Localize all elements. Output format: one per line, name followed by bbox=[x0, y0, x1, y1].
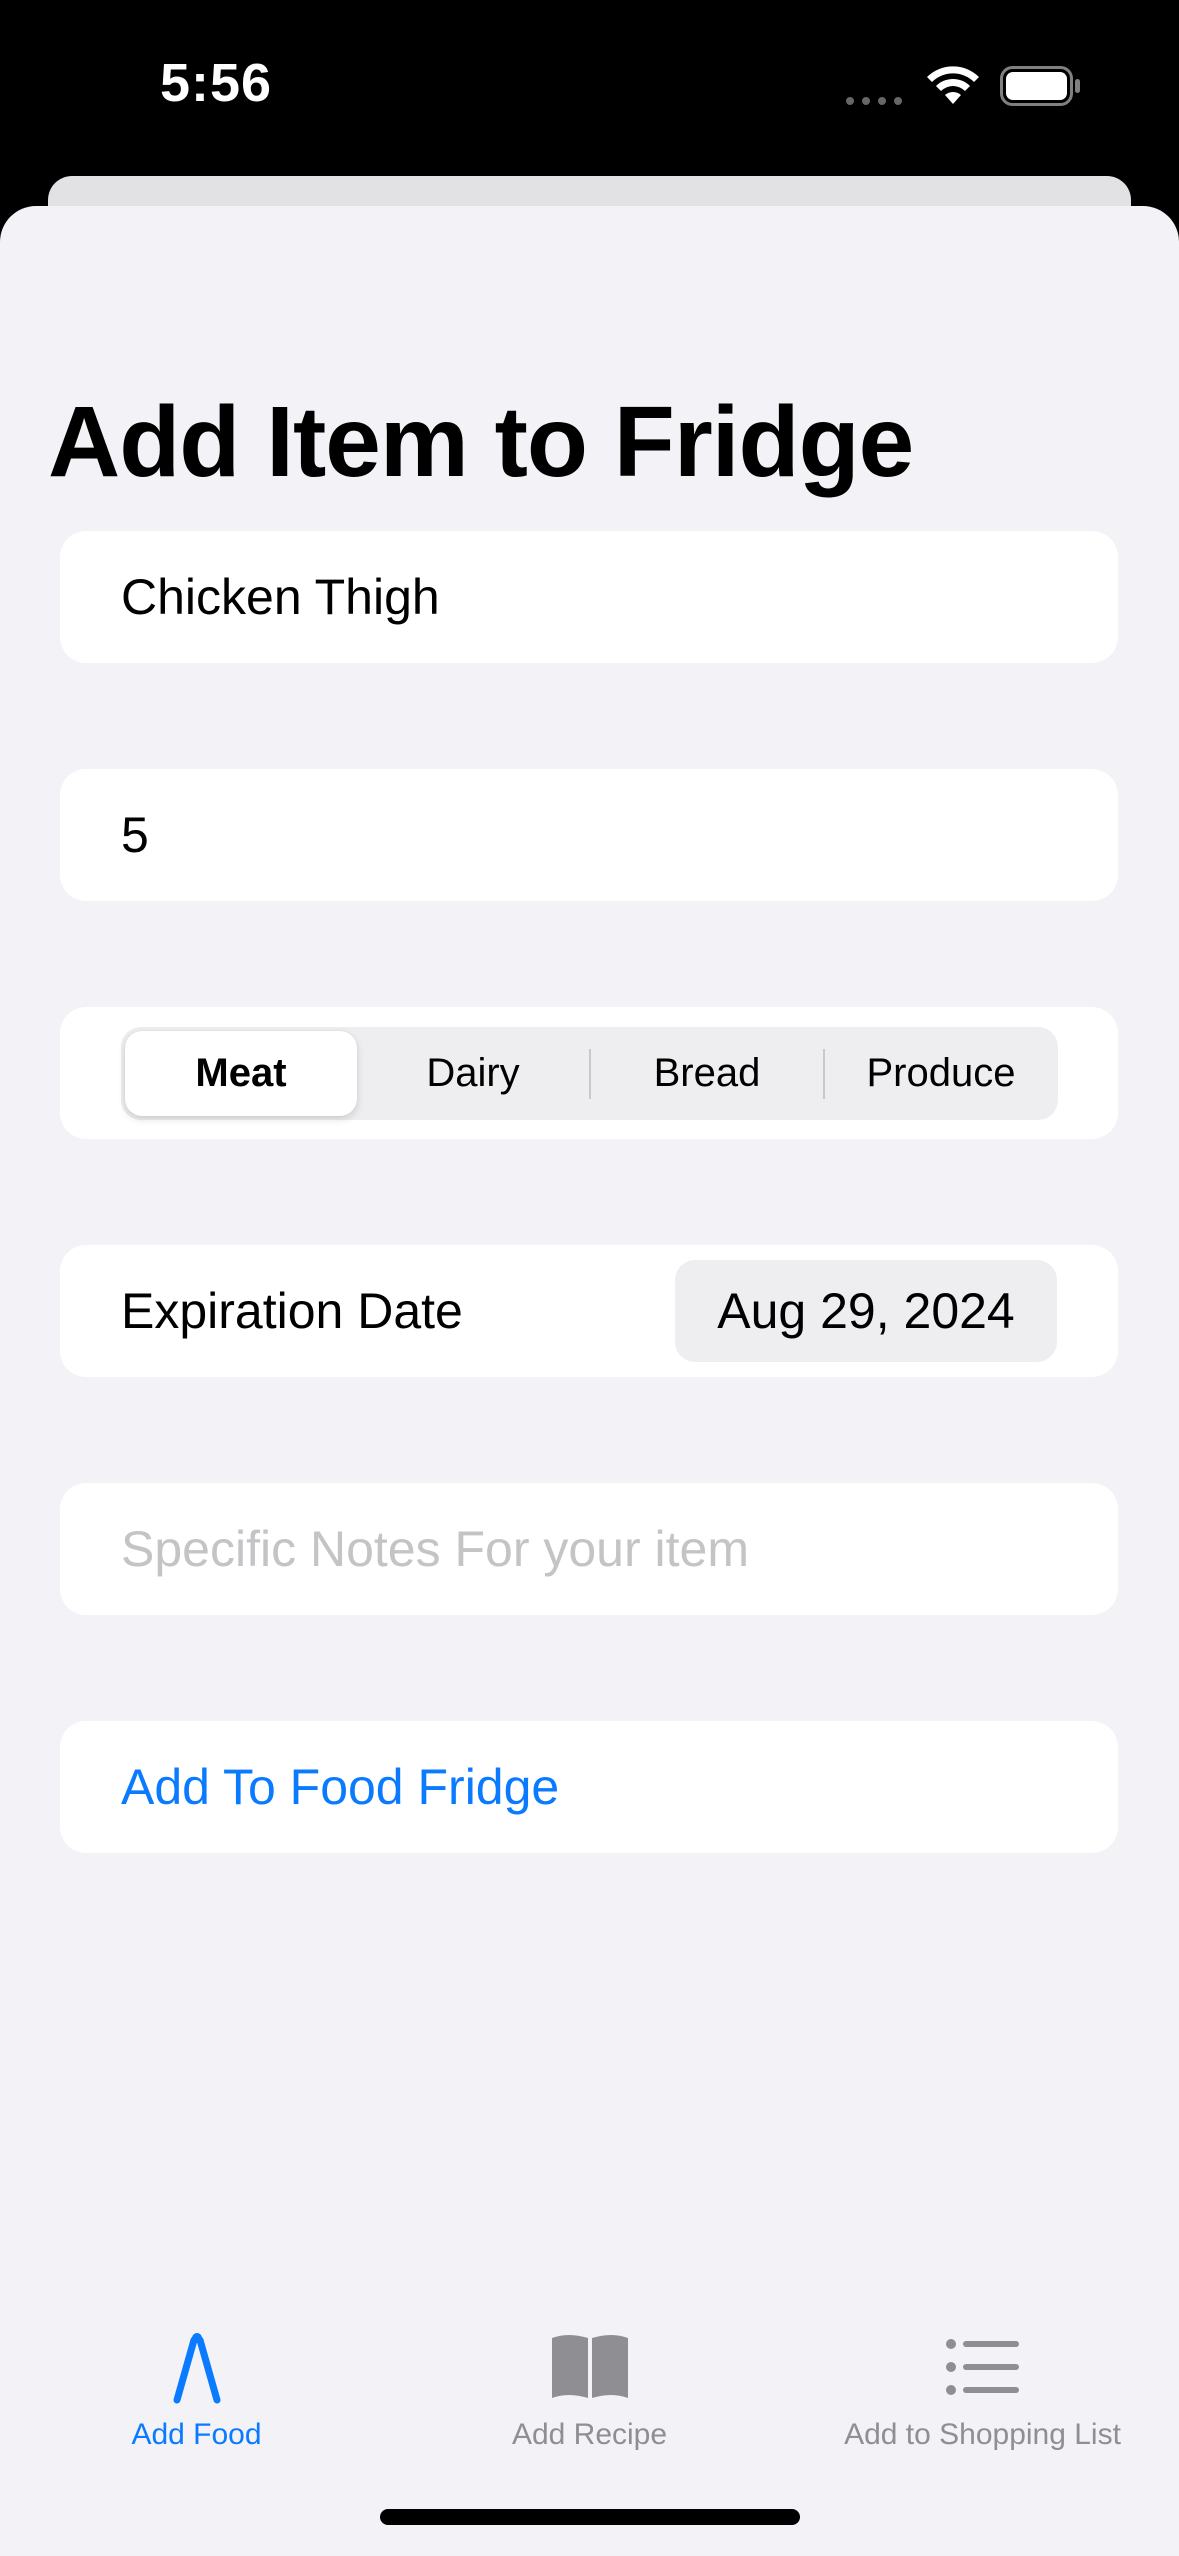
tab-add-food[interactable]: Add Food bbox=[0, 2290, 393, 2470]
tab-label: Add Recipe bbox=[511, 2418, 668, 2451]
quantity-value: 5 bbox=[121, 807, 149, 863]
expiration-date-label: Expiration Date bbox=[121, 1283, 463, 1339]
quantity-field[interactable]: 5 bbox=[60, 769, 1118, 901]
segment-bread[interactable]: Bread bbox=[591, 1031, 823, 1116]
segment-produce[interactable]: Produce bbox=[825, 1031, 1057, 1116]
segment-meat[interactable]: Meat bbox=[125, 1031, 357, 1116]
page-title: Add Item to Fridge bbox=[48, 386, 914, 498]
category-segmented-control[interactable]: Meat Dairy Bread Produce bbox=[121, 1027, 1058, 1120]
tab-label: Add Food bbox=[131, 2418, 262, 2451]
tab-add-to-shopping-list[interactable]: Add to Shopping List bbox=[786, 2290, 1179, 2470]
book-icon bbox=[551, 2335, 628, 2398]
item-name-field[interactable]: Chicken Thigh bbox=[60, 531, 1118, 663]
add-to-fridge-label: Add To Food Fridge bbox=[121, 1759, 560, 1815]
segment-dairy[interactable]: Dairy bbox=[357, 1031, 589, 1116]
category-row: Meat Dairy Bread Produce bbox=[60, 1007, 1118, 1139]
compass-icon bbox=[173, 2333, 220, 2404]
tab-label: Add to Shopping List bbox=[844, 2418, 1121, 2451]
item-name-value: Chicken Thigh bbox=[121, 569, 440, 625]
expiration-date-row: Expiration Date Aug 29, 2024 bbox=[60, 1245, 1118, 1377]
wifi-icon bbox=[927, 66, 979, 104]
status-bar: 5:56 bbox=[0, 0, 1179, 176]
status-time: 5:56 bbox=[160, 53, 273, 113]
expiration-date-picker[interactable]: Aug 29, 2024 bbox=[675, 1260, 1057, 1362]
list-icon bbox=[945, 2339, 1019, 2395]
cellular-signal-icon bbox=[846, 97, 902, 105]
add-to-fridge-button[interactable]: Add To Food Fridge bbox=[60, 1721, 1118, 1853]
tab-add-recipe[interactable]: Add Recipe bbox=[393, 2290, 786, 2470]
battery-icon bbox=[1000, 66, 1080, 106]
notes-field[interactable]: Specific Notes For your item bbox=[60, 1483, 1118, 1615]
home-indicator bbox=[380, 2509, 800, 2525]
notes-placeholder: Specific Notes For your item bbox=[121, 1521, 749, 1577]
add-item-sheet: Add Item to Fridge Chicken Thigh 5 Meat … bbox=[0, 206, 1179, 2556]
